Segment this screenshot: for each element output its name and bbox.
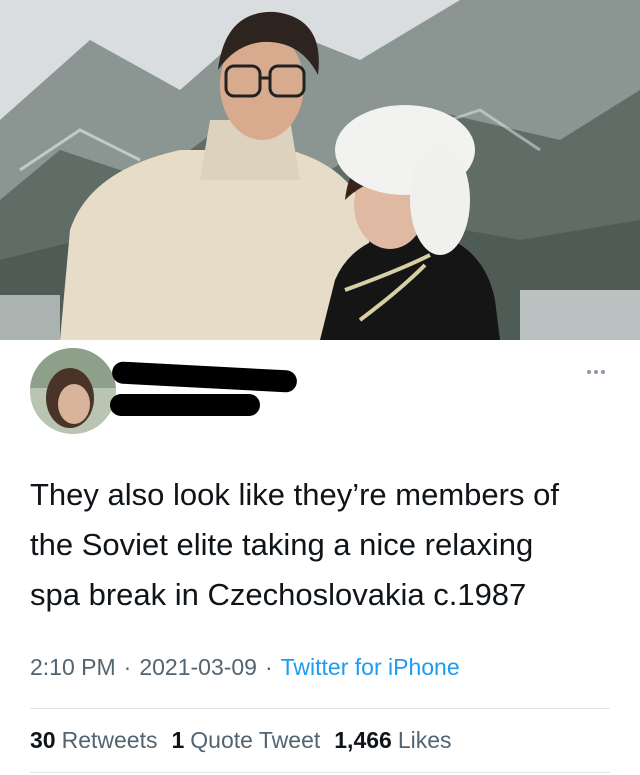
- likes-label: Likes: [397, 727, 452, 753]
- retweets-stat[interactable]: 30 Retweets: [30, 727, 157, 754]
- photo-illustration: [0, 0, 640, 340]
- likes-stat[interactable]: 1,466 Likes: [334, 727, 451, 754]
- redacted-handle: [110, 394, 260, 416]
- retweets-count: 30: [30, 727, 56, 753]
- tweet-source-link[interactable]: Twitter for iPhone: [281, 654, 460, 681]
- meta-separator: ·: [264, 654, 273, 680]
- tweet-text: They also look like they’re members of t…: [30, 477, 559, 612]
- divider: [30, 772, 610, 773]
- more-options-icon[interactable]: [578, 364, 614, 380]
- tweet-date[interactable]: 2021-03-09: [139, 654, 257, 681]
- quote-tweets-count: 1: [171, 727, 185, 753]
- more-dot: [601, 370, 605, 374]
- tweet-metadata: 2:10 PM · 2021-03-09 · Twitter for iPhon…: [30, 654, 460, 681]
- quote-tweets-stat[interactable]: 1 Quote Tweet: [171, 727, 320, 754]
- more-dot: [594, 370, 598, 374]
- meta-separator: ·: [123, 654, 132, 680]
- quote-tweets-label: Quote Tweet: [190, 727, 321, 753]
- tweet-time[interactable]: 2:10 PM: [30, 654, 116, 681]
- engagement-stats: 30 Retweets 1 Quote Tweet 1,466 Likes: [30, 727, 452, 754]
- likes-count: 1,466: [334, 727, 392, 753]
- more-dot: [587, 370, 591, 374]
- retweets-label: Retweets: [61, 727, 158, 753]
- avatar[interactable]: [30, 348, 116, 434]
- redacted-display-name: [111, 361, 298, 393]
- tweet-photo[interactable]: [0, 0, 640, 340]
- divider: [30, 708, 610, 709]
- avatar-image: [30, 348, 116, 434]
